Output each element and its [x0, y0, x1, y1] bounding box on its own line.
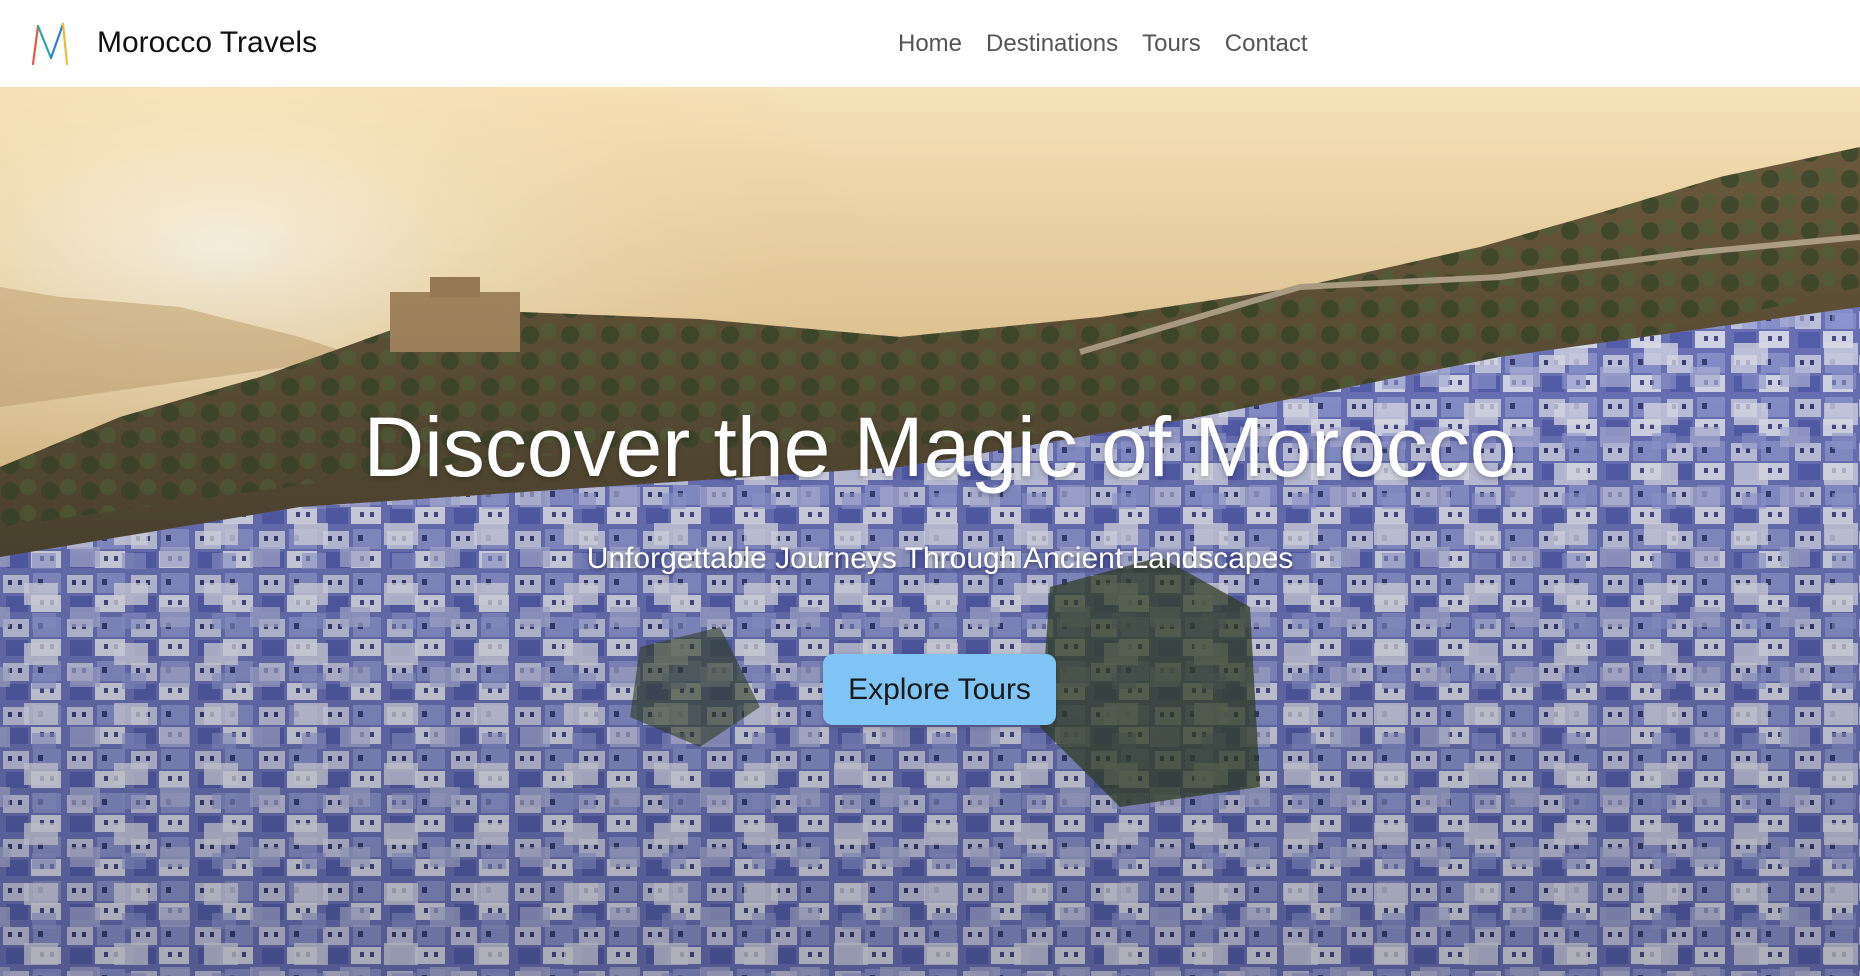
main-nav: Home Destinations Tours Contact — [898, 26, 1332, 62]
nav-contact[interactable]: Contact — [1225, 26, 1308, 62]
hero-background-image — [0, 87, 1860, 976]
m-logo-icon[interactable] — [27, 20, 75, 68]
nav-tours[interactable]: Tours — [1142, 26, 1201, 62]
hero-section: Discover the Magic of Morocco Unforgetta… — [0, 87, 1860, 976]
hero-subtitle: Unforgettable Journeys Through Ancient L… — [586, 542, 1294, 575]
hero-title: Discover the Magic of Morocco — [363, 400, 1517, 494]
explore-tours-button[interactable]: Explore Tours — [823, 654, 1056, 725]
site-header: Morocco Travels Home Destinations Tours … — [0, 0, 1860, 87]
brand-name[interactable]: Morocco Travels — [97, 24, 317, 62]
nav-destinations[interactable]: Destinations — [986, 26, 1118, 62]
nav-home[interactable]: Home — [898, 26, 962, 62]
